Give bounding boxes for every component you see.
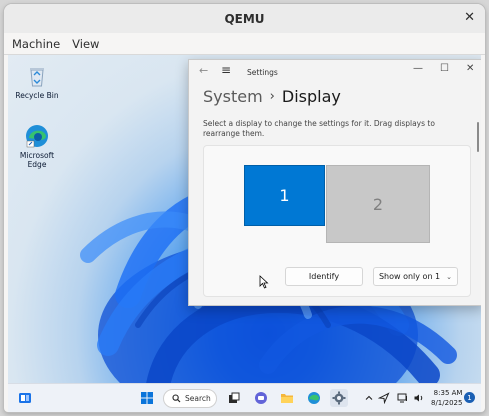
edge-icon[interactable] [305,389,323,407]
show-only-label: Show only on 1 [378,272,441,281]
back-icon[interactable]: ← [199,64,208,77]
menu-machine[interactable]: Machine [12,37,60,51]
settings-close-icon[interactable]: ✕ [466,63,474,74]
vm-screen: Recycle Bin Microsoft Edge ← ≡ Settings … [8,55,481,412]
volume-icon[interactable] [410,389,428,407]
settings-icon[interactable] [330,389,348,407]
chevron-down-icon: ⌄ [446,272,453,281]
taskbar: Search 8:35 AM 8/1/2025 1 [8,383,481,412]
display-arrangement-panel: 1 2 Identify Show only on 1 ⌄ [203,145,471,297]
scrollbar[interactable] [477,122,479,152]
menubar: Machine View [4,33,485,55]
file-explorer-icon[interactable] [278,389,296,407]
display-description: Select a display to change the settings … [203,119,435,138]
page-title: Display [281,87,341,106]
monitor-1[interactable]: 1 [244,165,325,226]
identify-button[interactable]: Identify [285,267,363,286]
notification-badge[interactable]: 1 [464,392,475,403]
task-view-icon[interactable] [225,389,243,407]
show-only-dropdown[interactable]: Show only on 1 ⌄ [373,267,458,286]
menu-view[interactable]: View [72,37,99,51]
minimize-icon[interactable]: — [413,63,423,74]
mouse-cursor-icon [259,275,269,289]
teams-chat-icon[interactable] [252,389,270,407]
identify-label: Identify [308,272,340,281]
desktop-icon-label: Microsoft Edge [19,151,55,169]
qemu-window: QEMU ✕ Machine View Recycle Bin Microsof… [4,4,485,412]
monitor-2[interactable]: 2 [326,165,430,243]
maximize-icon[interactable]: ☐ [440,63,449,74]
qemu-titlebar: QEMU ✕ [4,4,485,33]
network-icon[interactable] [375,389,393,407]
settings-window: ← ≡ Settings — ☐ ✕ System › Display Sele… [188,59,481,306]
search-icon [172,394,181,403]
monitor-label: 1 [279,186,290,205]
desktop-icon-label: Recycle Bin [15,91,59,100]
start-icon[interactable] [138,389,156,407]
window-title: QEMU [224,11,265,26]
desktop-icon-recycle-bin[interactable]: Recycle Bin [14,63,60,100]
search-label: Search [185,394,211,403]
taskbar-search[interactable]: Search [163,389,217,408]
breadcrumb-system[interactable]: System [203,87,263,106]
recycle-bin-icon [24,63,50,89]
close-icon[interactable]: ✕ [464,10,475,25]
desktop-icon-edge[interactable]: Microsoft Edge [14,123,60,169]
menu-icon[interactable]: ≡ [221,63,231,77]
settings-app-title: Settings [247,68,278,77]
clock-date: 8/1/2025 [431,399,463,407]
edge-icon [24,123,50,149]
chevron-right-icon: › [269,89,275,104]
monitor-label: 2 [372,194,384,214]
widgets-icon[interactable] [16,389,34,407]
clock[interactable]: 8:35 AM 8/1/2025 [431,388,462,408]
breadcrumb: System › Display [203,87,341,106]
settings-titlebar: ← ≡ Settings — ☐ ✕ [189,60,481,84]
clock-time: 8:35 AM [433,389,463,397]
